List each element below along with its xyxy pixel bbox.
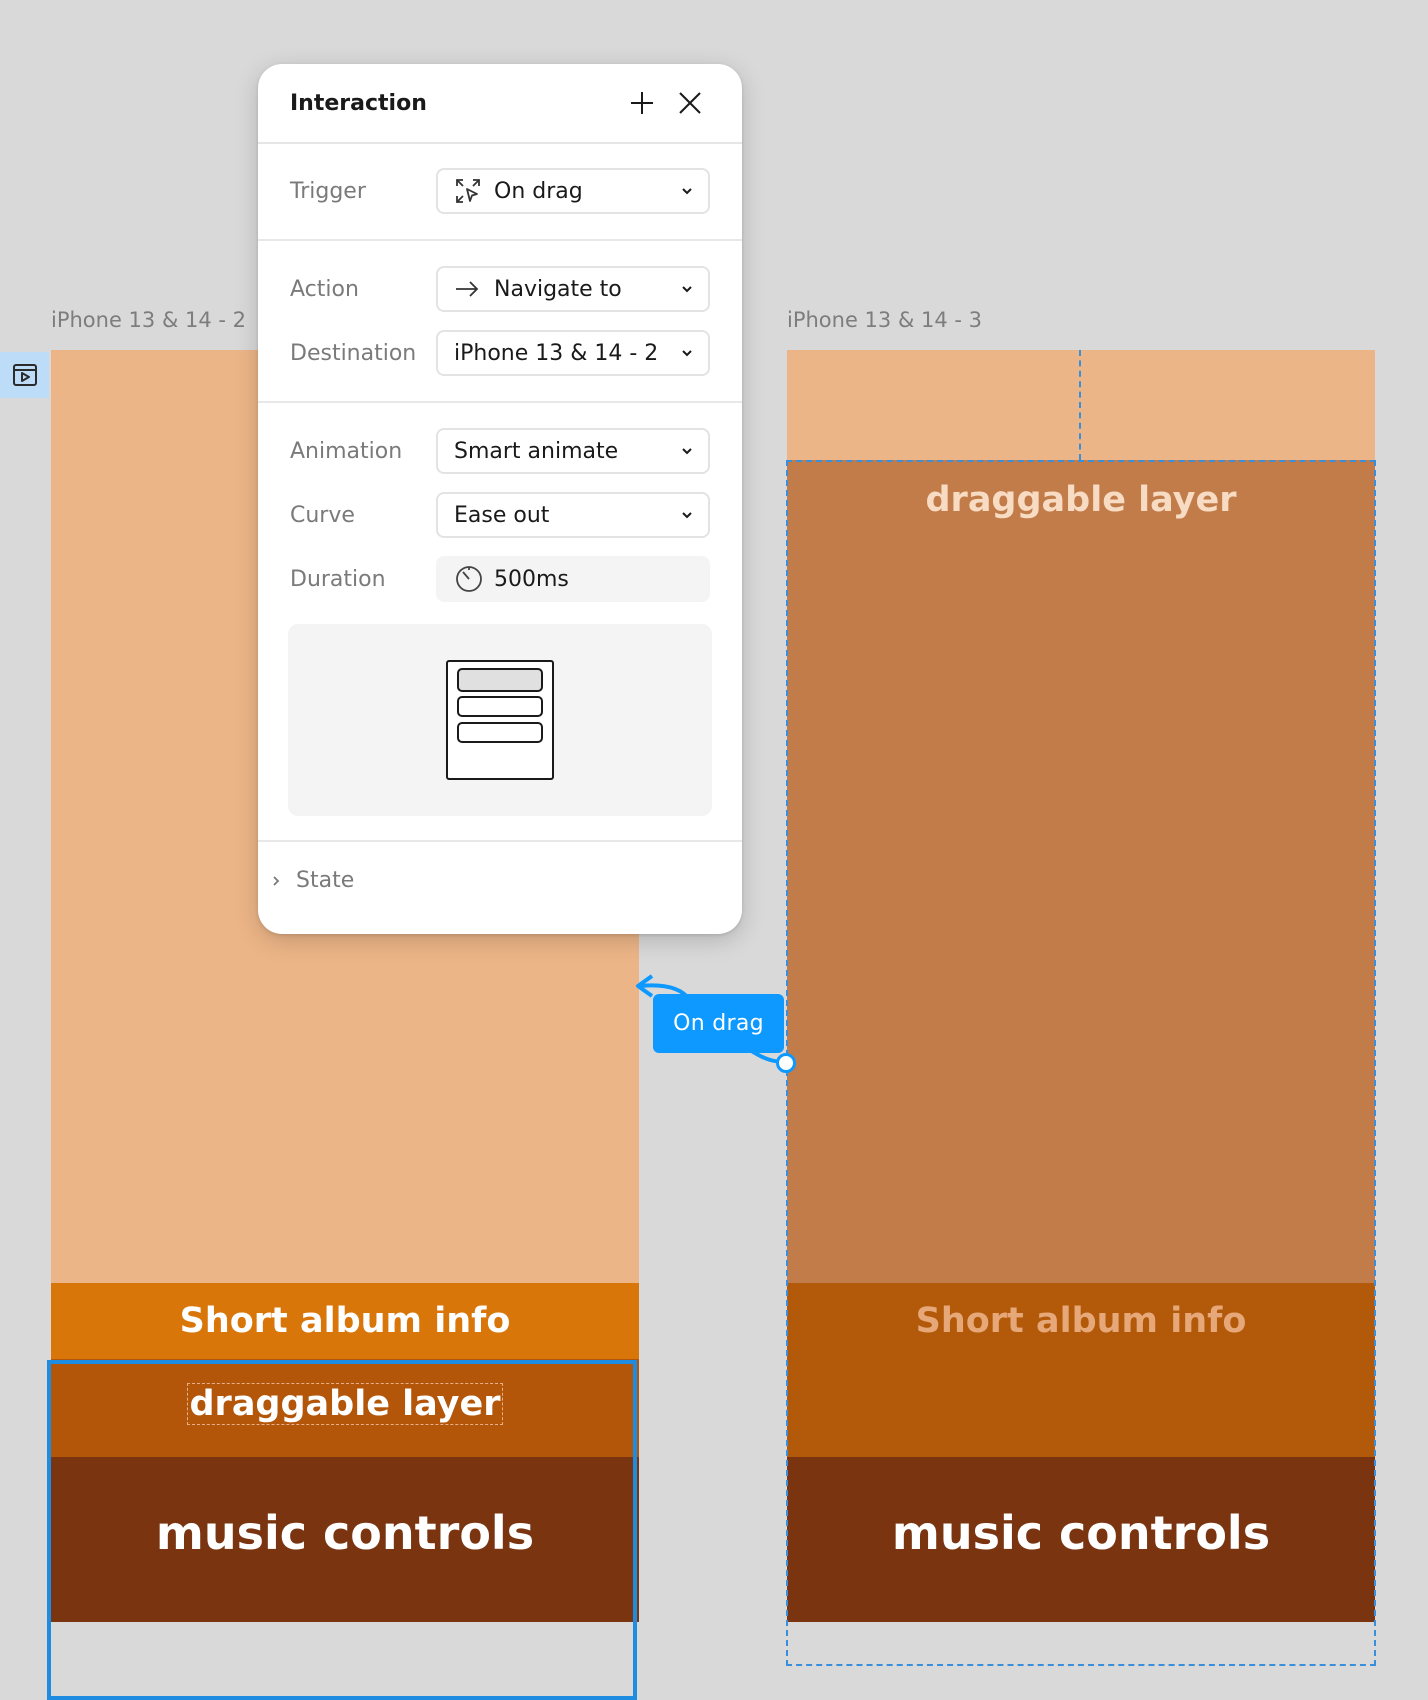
close-button[interactable]	[670, 83, 710, 123]
chevron-down-icon	[682, 286, 692, 293]
close-icon	[679, 92, 701, 114]
drag-icon	[454, 176, 484, 206]
music-controls-block[interactable]: music controls	[51, 1457, 639, 1622]
curve-select[interactable]: Ease out	[436, 492, 710, 538]
divider	[258, 239, 742, 241]
duration-value: 500ms	[494, 566, 569, 592]
action-label: Action	[290, 276, 359, 302]
album-info-text: Short album info	[915, 1301, 1247, 1341]
destination-value: iPhone 13 & 14 - 2	[454, 340, 659, 366]
state-label: State	[296, 868, 355, 893]
phone-preview-icon	[446, 660, 554, 780]
panel-header: Interaction	[258, 64, 742, 144]
destination-select[interactable]: iPhone 13 & 14 - 2	[436, 330, 710, 376]
action-value: Navigate to	[494, 276, 622, 302]
spacing-guide	[1079, 350, 1081, 460]
trigger-select[interactable]: On drag	[436, 168, 710, 214]
curve-row: Curve Ease out	[290, 492, 710, 538]
duration-label: Duration	[290, 566, 386, 592]
album-info-block[interactable]: Short album info	[51, 1283, 639, 1359]
curve-label: Curve	[290, 502, 355, 528]
album-info-block[interactable]: Short album info	[787, 1283, 1375, 1457]
animation-value: Smart animate	[454, 438, 619, 464]
chevron-down-icon	[682, 512, 692, 519]
flow-starting-point-icon[interactable]	[0, 352, 49, 398]
divider	[258, 401, 742, 403]
draggable-layer-block[interactable]: draggable layer	[787, 460, 1375, 1283]
action-select[interactable]: Navigate to	[436, 266, 710, 312]
divider	[258, 840, 742, 842]
animation-select[interactable]: Smart animate	[436, 428, 710, 474]
music-controls-text: music controls	[155, 1505, 535, 1560]
destination-label: Destination	[290, 340, 417, 366]
chevron-right-icon	[273, 875, 280, 886]
chevron-down-icon	[682, 448, 692, 455]
destination-row: Destination iPhone 13 & 14 - 2	[290, 330, 710, 376]
animation-preview	[288, 624, 712, 816]
panel-title: Interaction	[290, 90, 427, 116]
plus-icon	[631, 92, 653, 114]
frame-label-right[interactable]: iPhone 13 & 14 - 3	[787, 308, 982, 332]
connector-handle[interactable]	[776, 1053, 796, 1073]
trigger-value: On drag	[494, 178, 583, 204]
arrow-right-icon	[454, 274, 484, 304]
curve-value: Ease out	[454, 502, 550, 528]
animation-row: Animation Smart animate	[290, 428, 710, 474]
draggable-layer-block[interactable]: draggable layer	[51, 1359, 639, 1457]
frame-iphone-3[interactable]: draggable layer Short album info music c…	[787, 350, 1375, 1676]
music-controls-block[interactable]: music controls	[787, 1457, 1375, 1622]
state-section-toggle[interactable]: State	[268, 868, 354, 893]
draggable-layer-text: draggable layer	[186, 1383, 504, 1425]
music-controls-text: music controls	[891, 1505, 1271, 1560]
chevron-down-icon	[682, 188, 692, 195]
trigger-row: Trigger On drag	[290, 168, 710, 214]
album-info-text: Short album info	[179, 1301, 511, 1341]
background-top	[787, 350, 1375, 460]
animation-label: Animation	[290, 438, 403, 464]
add-interaction-button[interactable]	[622, 83, 662, 123]
interaction-panel: Interaction Trigger On drag Action Navig…	[258, 64, 742, 934]
draggable-layer-text: draggable layer	[925, 480, 1237, 520]
duration-input[interactable]: 500ms	[436, 556, 710, 602]
timer-icon	[454, 564, 484, 594]
trigger-label: Trigger	[290, 178, 366, 204]
frame-label-left[interactable]: iPhone 13 & 14 - 2	[51, 308, 246, 332]
connector-label[interactable]: On drag	[653, 994, 784, 1053]
chevron-down-icon	[682, 350, 692, 357]
duration-row: Duration 500ms	[290, 556, 710, 602]
action-row: Action Navigate to	[290, 266, 710, 312]
